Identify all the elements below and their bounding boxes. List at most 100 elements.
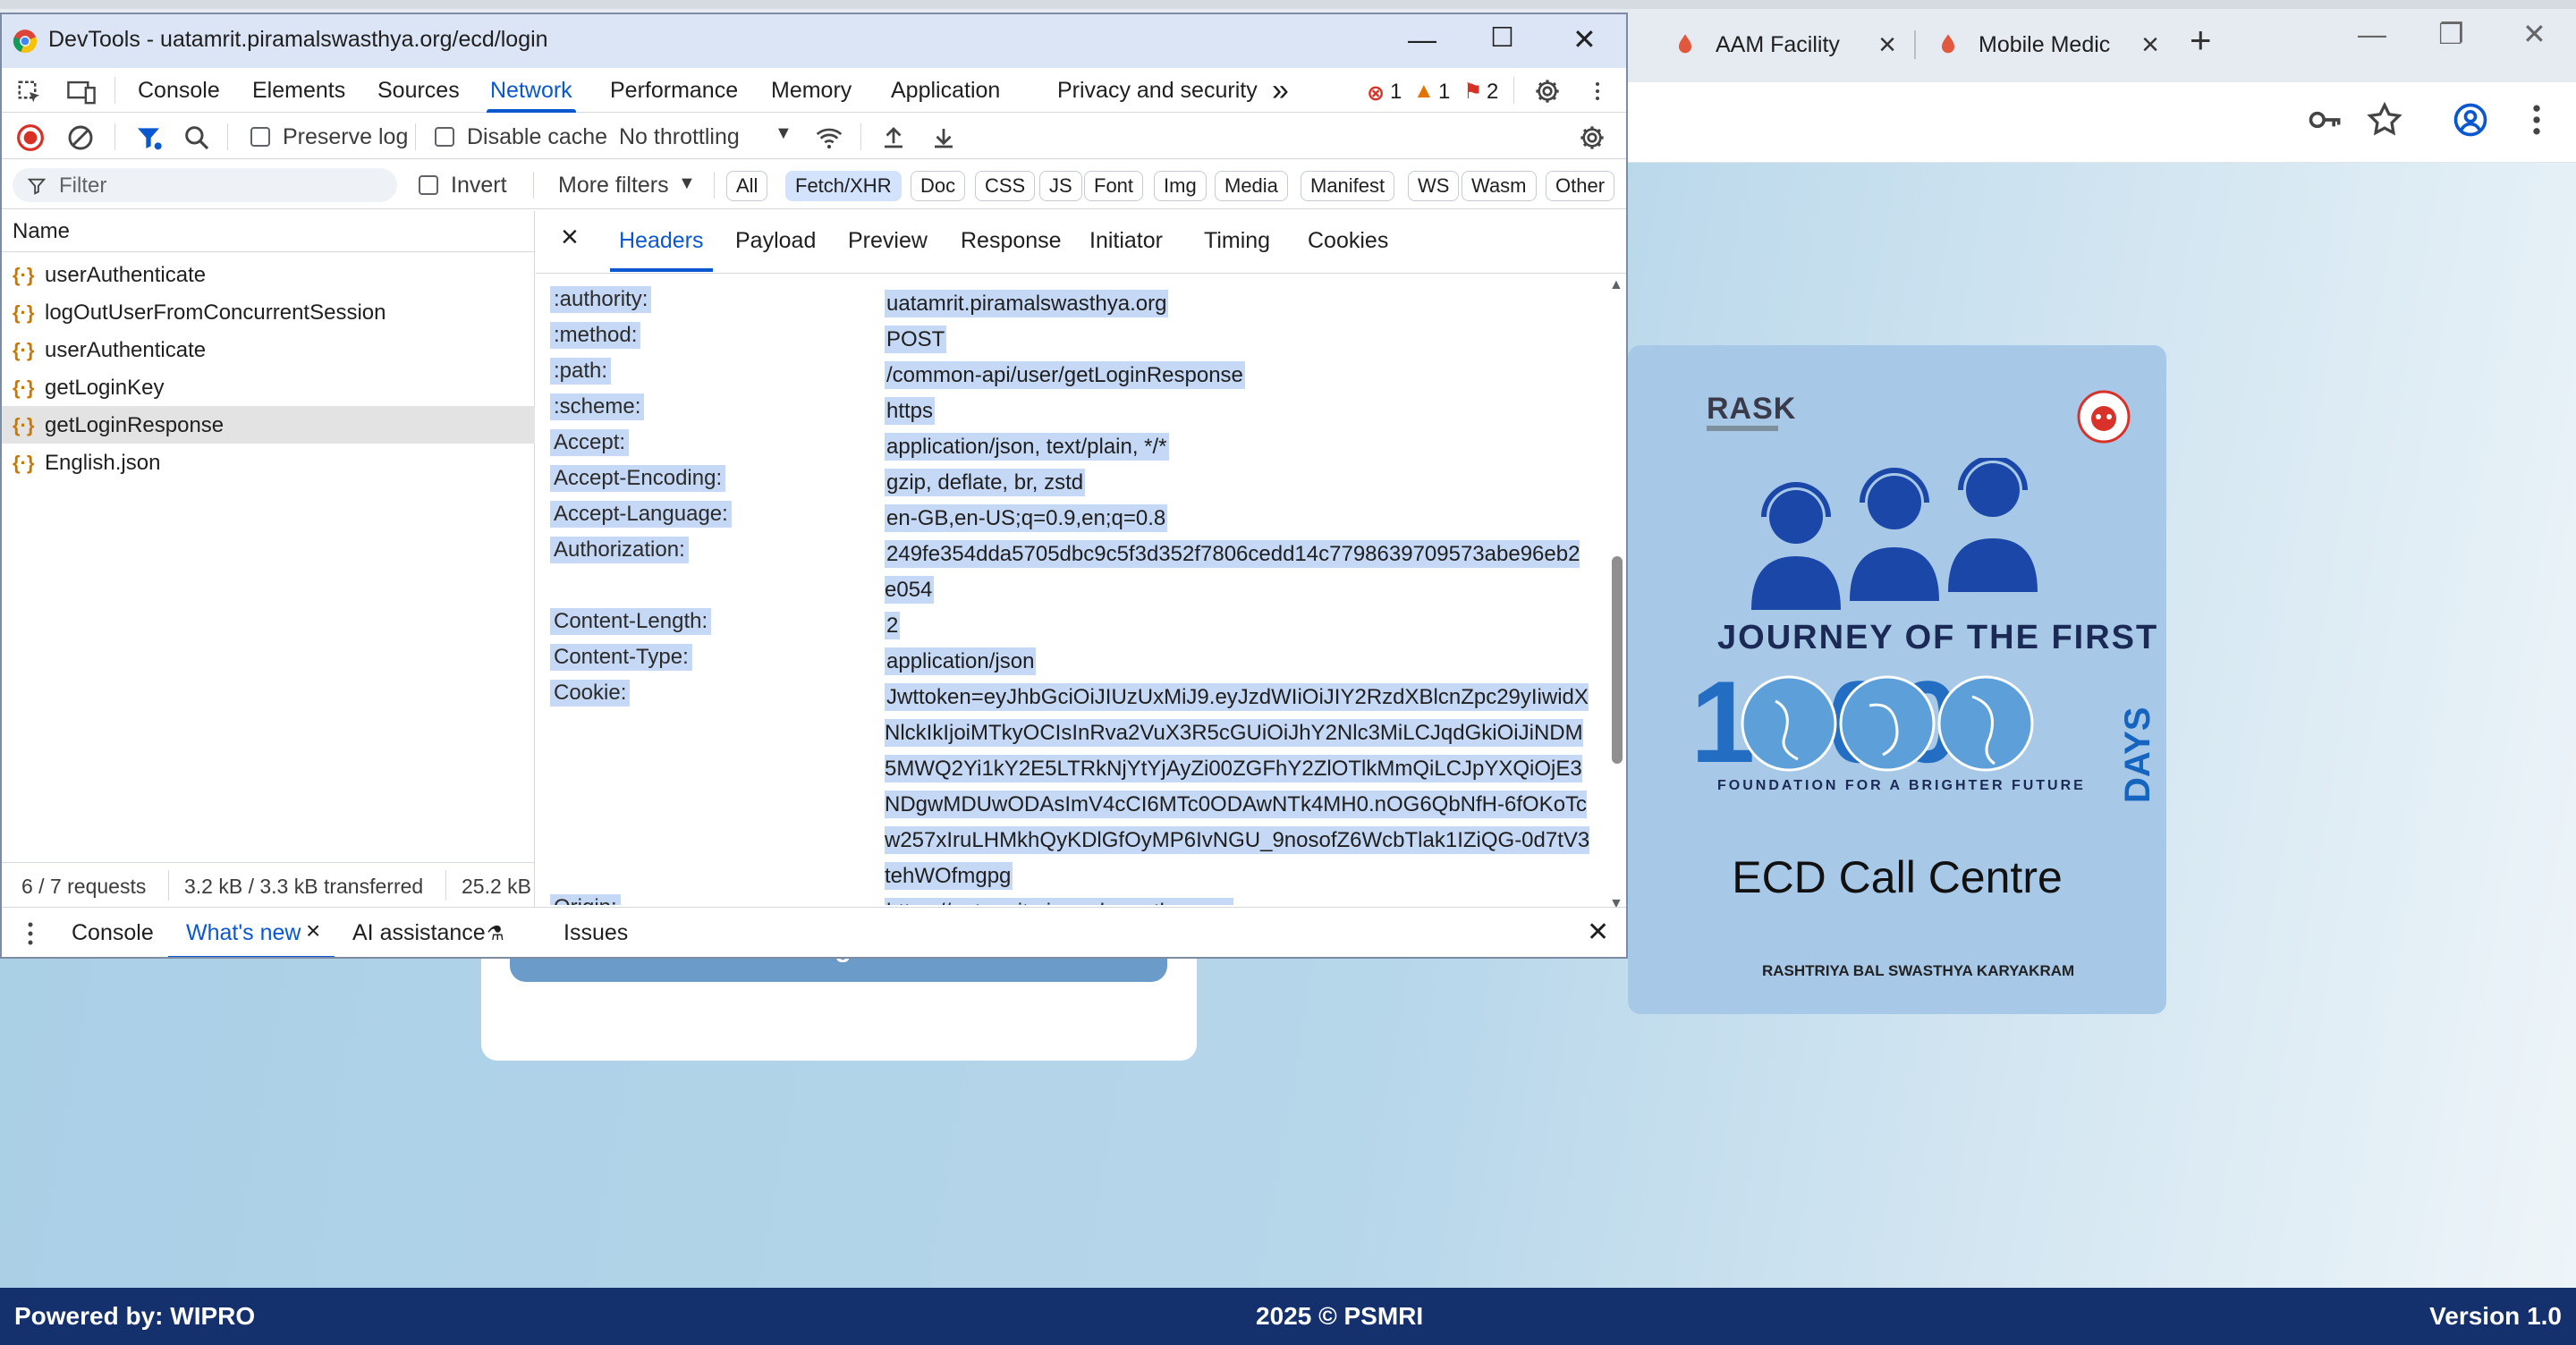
key-icon[interactable]	[2306, 100, 2345, 140]
import-har-icon[interactable]	[880, 123, 907, 152]
request-row[interactable]: {·} userAuthenticate	[2, 256, 535, 293]
network-settings-gear-icon[interactable]	[1578, 123, 1606, 152]
new-tab-button[interactable]: +	[2190, 21, 2212, 59]
disable-cache-checkbox[interactable]	[435, 127, 454, 147]
drawer-menu-icon[interactable]	[23, 920, 38, 947]
tab-elements[interactable]: Elements	[252, 68, 345, 113]
bookmark-star-icon[interactable]	[2365, 100, 2404, 140]
throttling-select[interactable]: No throttling	[619, 124, 740, 150]
xhr-request-icon: {·}	[13, 414, 35, 436]
preserve-log-checkbox[interactable]	[250, 127, 270, 147]
filter-chip-doc[interactable]: Doc	[911, 171, 966, 201]
filter-input[interactable]: Filter	[13, 168, 397, 202]
issues-icon[interactable]: ⚑	[1463, 79, 1483, 105]
tab-strip-top-edge	[0, 0, 2576, 9]
export-har-icon[interactable]	[930, 123, 957, 152]
tab-close-icon[interactable]: ×	[1878, 30, 1896, 60]
browser-menu-icon[interactable]	[2517, 100, 2556, 140]
tab-memory[interactable]: Memory	[771, 68, 852, 113]
tab-preview[interactable]: Preview	[848, 211, 928, 272]
whats-new-close-icon[interactable]: ×	[306, 917, 320, 945]
browser-tab-mobile-medic[interactable]: Mobile Medic ×	[1936, 18, 2159, 72]
filter-chip-img[interactable]: Img	[1154, 171, 1207, 201]
tab-sources[interactable]: Sources	[377, 68, 460, 113]
tab-network[interactable]: Network	[487, 68, 576, 113]
tab-privacy-security[interactable]: Privacy and security	[1057, 68, 1258, 113]
network-summary-bar: 6 / 7 requests 3.2 kB / 3.3 kB transferr…	[2, 862, 535, 907]
drawer-tab-whats-new[interactable]: What's new	[186, 920, 301, 946]
aam-favicon-icon	[1679, 34, 1691, 54]
request-row[interactable]: {·} English.json	[2, 444, 535, 481]
tab-cookies[interactable]: Cookies	[1308, 211, 1388, 272]
xhr-request-icon: {·}	[13, 301, 35, 324]
error-count-icon[interactable]: ⊗	[1367, 80, 1385, 106]
journey-heading: JOURNEY OF THE FIRST	[1717, 619, 2159, 656]
request-row[interactable]: {·} userAuthenticate	[2, 331, 535, 368]
toolbar-divider	[714, 172, 715, 199]
tab-performance[interactable]: Performance	[610, 68, 738, 113]
headers-scrollbar[interactable]: ▲ ▼	[1606, 277, 1626, 911]
header-value: 2	[885, 612, 901, 639]
devtools-title: DevTools - uatamrit.piramalswasthya.org/…	[48, 27, 548, 52]
browser-tab-aam-facility[interactable]: AAM Facility ×	[1673, 18, 1896, 72]
filter-chip-media[interactable]: Media	[1215, 171, 1288, 201]
more-filters-button[interactable]: More filters	[558, 173, 669, 199]
more-tabs-button[interactable]: »	[1272, 68, 1289, 113]
filter-chip-all[interactable]: All	[726, 171, 768, 201]
devtools-menu-icon[interactable]	[1587, 79, 1608, 104]
devtools-minimize-button[interactable]: —	[1408, 25, 1436, 54]
drawer-tab-ai-assistance[interactable]: AI assistance	[352, 920, 486, 946]
close-window-button[interactable]: ✕	[2522, 20, 2546, 48]
profile-icon[interactable]	[2451, 100, 2490, 140]
clear-icon[interactable]	[66, 123, 95, 152]
inspect-element-icon[interactable]	[16, 79, 43, 106]
filter-chip-js[interactable]: JS	[1039, 171, 1082, 201]
tab-initiator[interactable]: Initiator	[1089, 211, 1163, 272]
thousand-graphic: 1000	[1690, 656, 2084, 787]
issues-count[interactable]: 2	[1487, 80, 1498, 105]
request-row-selected[interactable]: {·} getLoginResponse	[2, 406, 535, 444]
filter-chip-other[interactable]: Other	[1546, 171, 1615, 201]
close-drawer-button[interactable]: ✕	[1587, 917, 1609, 948]
filter-chip-wasm[interactable]: Wasm	[1462, 171, 1537, 201]
devtools-maximize-button[interactable]: ☐	[1490, 25, 1514, 52]
tab-timing[interactable]: Timing	[1204, 211, 1270, 272]
close-detail-icon[interactable]: ×	[561, 213, 579, 274]
error-count[interactable]: 1	[1390, 80, 1402, 105]
tab-application[interactable]: Application	[891, 68, 1000, 113]
network-conditions-icon[interactable]	[814, 123, 844, 152]
invert-checkbox[interactable]	[419, 175, 438, 195]
drawer-tab-issues[interactable]: Issues	[564, 920, 628, 946]
tab-response[interactable]: Response	[961, 211, 1062, 272]
warning-icon[interactable]: ▲	[1413, 79, 1435, 104]
scrollbar-thumb[interactable]	[1612, 556, 1623, 764]
tab-payload[interactable]: Payload	[735, 211, 816, 272]
header-name: :path:	[550, 358, 612, 385]
throttling-dropdown-icon[interactable]: ▼	[775, 123, 792, 144]
scroll-up-icon[interactable]: ▲	[1609, 277, 1623, 293]
filter-chip-font[interactable]: Font	[1084, 171, 1144, 201]
tab-console[interactable]: Console	[138, 68, 220, 113]
request-count: 6 / 7 requests	[21, 875, 147, 898]
name-column-header[interactable]: Name	[2, 211, 535, 252]
filter-chip-manifest[interactable]: Manifest	[1301, 171, 1395, 201]
minimize-button[interactable]: —	[2358, 20, 2386, 48]
tab-headers[interactable]: Headers	[610, 211, 712, 272]
filter-icon[interactable]	[134, 123, 163, 152]
request-row[interactable]: {·} logOutUserFromConcurrentSession	[2, 293, 535, 331]
request-row[interactable]: {·} getLoginKey	[2, 368, 535, 406]
restore-button[interactable]: ❐	[2438, 20, 2464, 48]
tab-close-icon[interactable]: ×	[2141, 30, 2159, 60]
warning-count[interactable]: 1	[1438, 80, 1450, 105]
filter-chip-ws[interactable]: WS	[1408, 171, 1460, 201]
drawer-tab-console[interactable]: Console	[72, 920, 154, 946]
search-icon[interactable]	[182, 123, 211, 152]
stop-recording-icon[interactable]	[16, 123, 45, 152]
device-toolbar-icon[interactable]	[66, 79, 97, 106]
filter-chip-fetch-xhr[interactable]: Fetch/XHR	[785, 171, 902, 201]
devtools-close-button[interactable]: ✕	[1572, 25, 1597, 54]
header-name: Accept-Language:	[550, 501, 732, 528]
filter-chip-css[interactable]: CSS	[975, 171, 1036, 201]
more-filters-dropdown-icon[interactable]: ▼	[678, 173, 696, 194]
settings-gear-icon[interactable]	[1533, 77, 1562, 106]
